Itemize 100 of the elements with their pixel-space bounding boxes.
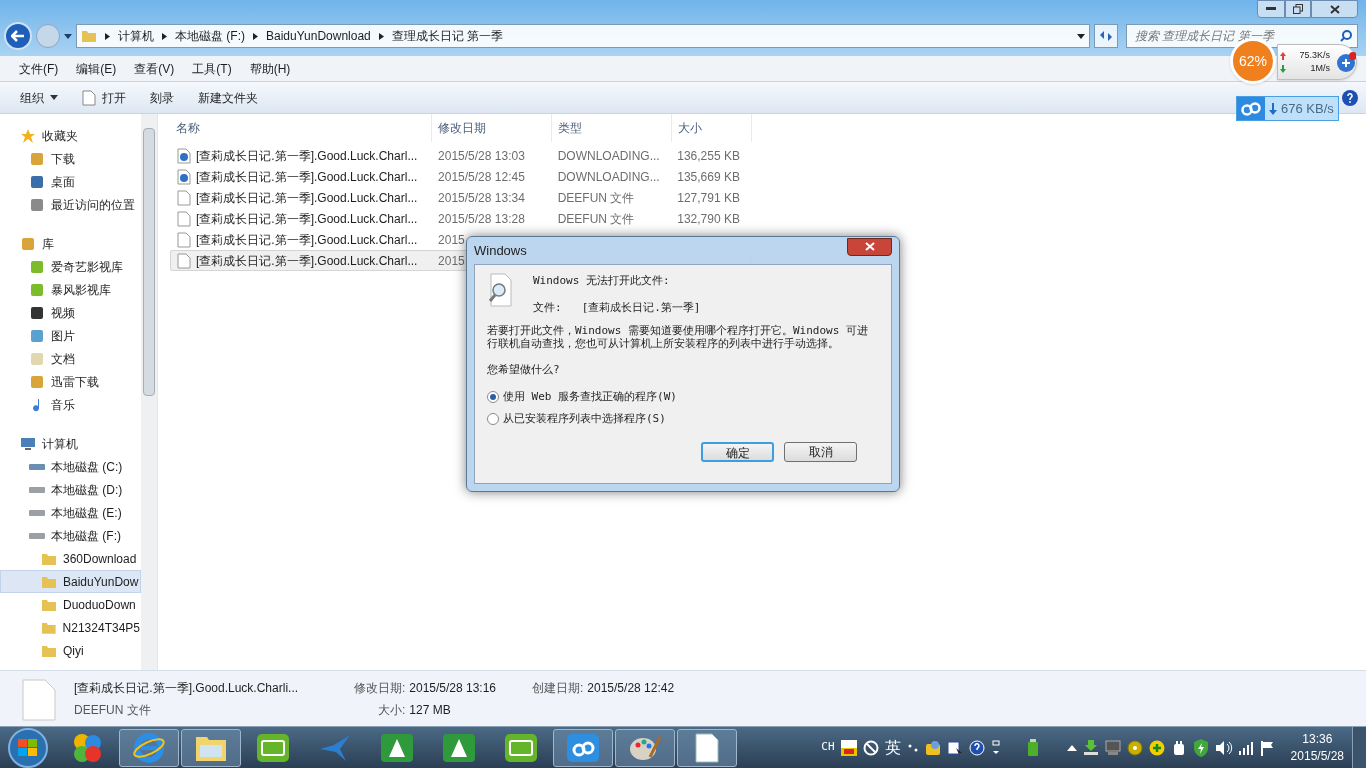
ime-mode-button[interactable]: 英 [884,735,901,760]
sidebar-item[interactable]: 音乐 [0,393,141,416]
sidebar-group-header[interactable]: 收藏夹 [0,124,141,147]
menu-item[interactable]: 查看(V) [127,59,182,78]
dialog-heading: Windows 无法打开此文件: [533,273,671,289]
field-value: 2015/5/28 13:16 [409,680,498,697]
chevron-icon [162,32,167,40]
scrollbar[interactable] [141,114,157,670]
sidebar-item[interactable]: 迅雷下载 [0,370,141,393]
sidebar-item[interactable]: 下载 [0,147,141,170]
download-speed: 1M/s [1309,62,1330,75]
cloud-speed-widget[interactable]: 676 KB/s [1236,96,1339,121]
toolbar-button[interactable]: 组织 [12,84,66,111]
field-label: 修改日期: [352,680,406,697]
restore-caret-icon[interactable] [990,739,1001,756]
dialog-message: 若要打开此文件，Windows 需要知道要使用哪个程序打开它。Windows 可进行联机自动查找，您也可从计算机上所安装程序的列表中进行手动选择。 [487,324,869,350]
dialog-button[interactable]: 确定 [701,441,774,462]
file-name: [查莉成长日记.第一季] [581,299,701,316]
file-row[interactable]: [查莉成长日记.第一季].Good.Luck.Charl... 2015/5/28 13:03 DOWNLOADING... 136,255 KB [170,145,752,166]
blank-page-icon [694,732,720,763]
signal-bars-icon[interactable] [1238,740,1255,755]
column-header[interactable]: 名称 [170,114,432,142]
file-row[interactable]: [查莉成长日记.第一季].Good.Luck.Charl... 2015/5/28 12:45 DOWNLOADING... 135,669 KB [170,166,752,187]
breadcrumb-link[interactable]: BaiduYunDownload [266,27,371,45]
close-button[interactable] [1311,0,1358,18]
sidebar-item[interactable]: 本地磁盘 (D:) [0,478,141,501]
disc-icon[interactable] [1126,739,1143,756]
radio-button[interactable] [487,413,499,426]
sidebar-item[interactable]: 本地磁盘 (F:) [0,524,141,547]
file-row[interactable]: [查莉成长日记.第一季].Good.Luck.Charl... 2015/5/28 13:28 DEEFUN 文件 132,790 KB [170,208,752,229]
refresh-button[interactable] [1094,24,1118,48]
show-desktop-button[interactable] [1352,727,1366,768]
sidebar-item[interactable]: 图片 [0,324,141,347]
sidebar-item[interactable]: 本地磁盘 (C:) [0,455,141,478]
sidebar-item[interactable]: 暴风影视库 [0,278,141,301]
usb-drive-icon[interactable] [1026,738,1039,757]
breadcrumb-link[interactable]: 计算机 [118,27,154,45]
date-cell: 2015 [438,232,465,247]
sidebar-item[interactable]: 文档 [0,347,141,370]
start-button[interactable] [8,727,48,768]
taskbar-app[interactable] [677,728,737,767]
language-indicator[interactable]: CH [821,739,835,756]
sidebar-group-header[interactable]: 库 [0,232,141,255]
sidebar-item[interactable]: 桌面 [0,170,141,193]
sidebar-item[interactable]: 360Download [0,547,141,570]
sidebar-item[interactable]: 本地磁盘 (E:) [0,501,141,524]
sidebar-item[interactable]: N21324T34P5 [0,616,141,639]
plus-button-icon[interactable] [1336,51,1356,73]
monitor-icon[interactable] [1104,739,1121,756]
taskbar-app[interactable] [181,728,241,767]
sidebar-item[interactable]: 最近访问的位置 [0,193,141,216]
breadcrumb-link[interactable]: 查理成长日记 第一季 [391,27,504,45]
menu-item[interactable]: 文件(F) [12,59,66,78]
column-header[interactable]: 修改日期 [432,114,552,142]
menu-item[interactable]: 帮助(H) [242,59,298,78]
ime-logo-icon[interactable] [840,739,857,756]
tools-icon[interactable] [924,739,941,756]
toolbar-button[interactable]: 新建文件夹 [190,84,266,111]
download-tray-icon[interactable] [1082,739,1099,756]
document-cursor-icon[interactable] [946,739,963,756]
chevron-icon [105,32,110,40]
sidebar-item[interactable]: 爱奇艺影视库 [0,255,141,278]
date-cell: 2015/5/28 13:03 [438,148,525,163]
sidebar-item[interactable]: 视频 [0,301,141,324]
sidebar-group-header[interactable]: 计算机 [0,432,141,455]
flag-icon[interactable] [1260,739,1275,756]
prohibited-icon[interactable] [862,739,879,756]
sidebar-item[interactable]: BaiduYunDow [0,570,141,593]
shield-icon[interactable] [1192,738,1209,757]
toolbar-button[interactable]: 打开 [74,84,134,111]
back-button[interactable] [4,22,32,50]
radio-option[interactable]: 使用 Web 服务查找正确的程序(W) [487,388,879,405]
minimize-button[interactable] [1257,0,1285,18]
clock[interactable]: 13:36 2015/5/28 [1290,730,1344,765]
plus-badge-icon[interactable] [1148,739,1165,756]
column-header[interactable]: 类型 [552,114,672,142]
drive-icon [29,463,45,470]
sidebar-item[interactable]: DuoduoDown [0,593,141,616]
column-header[interactable]: 大小 [672,114,752,142]
menu-item[interactable]: 工具(T) [185,59,239,78]
taskbar-app[interactable] [553,728,613,767]
address-bar[interactable]: 计算机 本地磁盘 (F:) BaiduYunDownload 查理成长日记 第一季 [76,24,1090,48]
radio-option[interactable]: 从已安装程序列表中选择程序(S) [487,411,879,428]
file-row[interactable]: [查莉成长日记.第一季].Good.Luck.Charl... 2015/5/28 13:34 DEEFUN 文件 127,791 KB [170,187,752,208]
help-button[interactable] [1342,89,1358,106]
dialog-button[interactable]: 取消 [784,441,857,462]
close-button[interactable] [847,237,892,256]
sidebar-item[interactable]: Qiyi [0,639,141,662]
toolbar-button[interactable]: 刻录 [142,84,182,111]
restore-button[interactable] [1285,0,1311,18]
speaker-icon[interactable] [1214,739,1233,756]
breadcrumb-link[interactable]: 本地磁盘 (F:) [175,27,245,45]
menu-item[interactable]: 编辑(E) [69,59,124,78]
file-name: [查莉成长日记.第一季].Good.Luck.Charl... [196,231,418,249]
up-arrow-icon[interactable] [1066,744,1077,751]
help-icon[interactable] [968,739,985,756]
radio-button[interactable] [487,390,499,403]
dialog-question: 您希望做什么? [487,362,561,378]
speed-widget[interactable]: 75.3K/s 1M/s [1277,44,1357,80]
window-logo-icon [18,738,38,757]
